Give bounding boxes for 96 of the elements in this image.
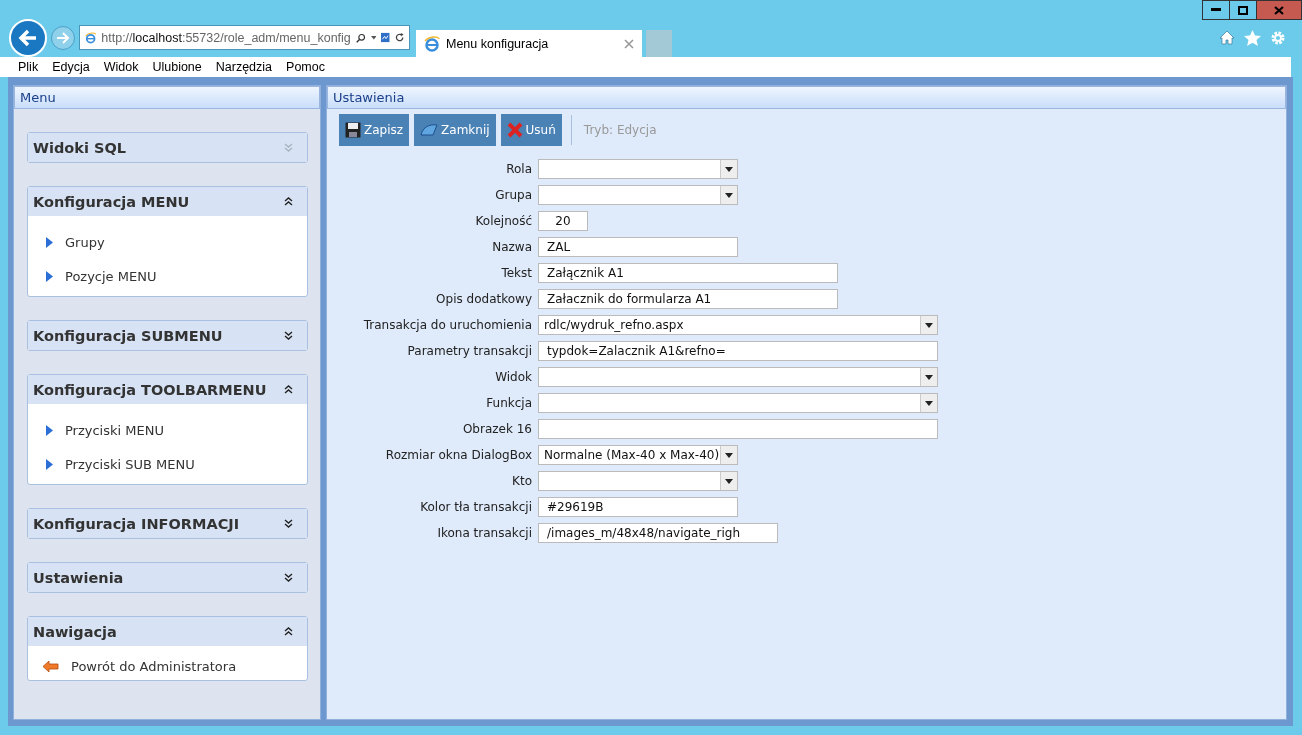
close-icon[interactable]	[624, 38, 634, 49]
section-header[interactable]: Konfiguracja INFORMACJI	[28, 509, 307, 538]
field-label: Obrazek 16	[461, 422, 532, 436]
browser-logo-icon	[85, 29, 97, 46]
input-field[interactable]: typdok=Zalacznik A1&refno=	[538, 341, 938, 361]
browser-logo-icon	[424, 35, 440, 52]
section-title: Konfiguracja MENU	[33, 193, 190, 210]
section-header[interactable]: Konfiguracja TOOLBARMENU	[28, 375, 307, 404]
dropdown-field[interactable]	[538, 367, 938, 387]
tab-title: Menu konfiguracja	[446, 36, 550, 51]
section-title: Nawigacja	[33, 623, 117, 640]
menu-item[interactable]: Plik	[18, 60, 39, 74]
field-label: Widok	[494, 370, 532, 384]
star-icon[interactable]	[1244, 30, 1261, 46]
section-header[interactable]: Widoki SQL	[28, 133, 307, 162]
dropdown-field[interactable]: rdlc/wydruk_refno.aspx	[538, 315, 938, 335]
input-field[interactable]: Załącznik A1	[538, 263, 838, 283]
settings-icon[interactable]	[1270, 30, 1286, 46]
menu-link[interactable]: Przyciski SUB MENU	[65, 456, 195, 472]
left-arrow-icon	[18, 28, 38, 47]
caret-icon	[925, 322, 933, 328]
dropdown-field[interactable]	[538, 159, 738, 179]
menu-item[interactable]: Widok	[103, 60, 139, 74]
field-label: Funkcja	[485, 396, 532, 410]
menu-link[interactable]: Powrót do Administratora	[71, 658, 237, 674]
mode-label: Tryb: Edycja	[583, 123, 657, 137]
section-title: Konfiguracja TOOLBARMENU	[33, 381, 267, 398]
refresh-icon[interactable]	[394, 31, 404, 44]
section-title: Konfiguracja INFORMACJI	[33, 515, 240, 532]
section-title: Widoki SQL	[33, 139, 126, 156]
caret-icon	[925, 400, 933, 406]
maximize-icon	[1238, 5, 1248, 15]
section-header[interactable]: Konfiguracja SUBMENU	[28, 321, 307, 350]
field-label: Rozmiar okna DialogBox	[384, 448, 532, 462]
caret-icon	[925, 374, 933, 380]
field-label: Transakcja do uruchomienia	[362, 318, 532, 332]
field-label: Kolejność	[474, 214, 532, 228]
dropdown-field[interactable]	[538, 185, 738, 205]
field-label: Grupa	[494, 188, 532, 202]
caret-icon	[725, 478, 733, 484]
menu-link[interactable]: Grupy	[65, 234, 105, 250]
delete-button[interactable]: Usuń	[500, 114, 562, 146]
menu-item[interactable]: Pomoc	[286, 60, 325, 74]
caret-icon	[725, 452, 733, 458]
menu-link[interactable]: Przyciski MENU	[65, 422, 164, 438]
triangle-icon	[46, 458, 53, 470]
browser-tab[interactable]: Menu konfiguracja	[416, 30, 642, 57]
close-button[interactable]: Zamknij	[414, 114, 496, 146]
field-label: Kolor tła transakcji	[419, 500, 532, 514]
menu-link[interactable]: Pozycje MENU	[65, 268, 157, 284]
panel-header: Ustawienia	[327, 86, 1286, 109]
field-label: Nazwa	[491, 240, 532, 254]
field-label: Rola	[505, 162, 532, 176]
minimize-icon	[1211, 8, 1221, 12]
dropdown-field[interactable]	[538, 393, 938, 413]
maximize-button[interactable]	[1229, 0, 1257, 20]
panel-header: Menu	[14, 86, 320, 109]
triangle-icon	[46, 236, 53, 248]
field-label: Kto	[511, 474, 532, 488]
input-field[interactable]: ZAL	[538, 237, 738, 257]
input-field[interactable]: Załacznik do formularza A1	[538, 289, 838, 309]
caret-icon[interactable]	[370, 34, 377, 41]
field-label: Ikona transakcji	[436, 526, 532, 540]
section-title: Konfiguracja SUBMENU	[33, 327, 223, 344]
right-arrow-icon	[56, 31, 70, 44]
section-header[interactable]: Ustawienia	[28, 563, 307, 592]
menu-item[interactable]: Edycja	[52, 60, 90, 74]
input-field[interactable]: #29619B	[538, 497, 738, 517]
input-field[interactable]	[538, 419, 938, 439]
forward-button[interactable]	[51, 25, 75, 50]
dropdown-field[interactable]: Normalne (Max-40 x Max-40)	[538, 445, 738, 465]
dropdown-field[interactable]	[538, 471, 738, 491]
url-text: http://localhost:55732/role_adm/menu_konfig	[101, 30, 351, 45]
close-button[interactable]	[1256, 0, 1302, 20]
back-button[interactable]	[9, 18, 47, 57]
save-button[interactable]: Zapisz	[339, 114, 410, 146]
field-label: Opis dodatkowy	[435, 292, 532, 306]
field-label: Parametry transakcji	[406, 344, 532, 358]
caret-icon	[725, 192, 733, 198]
minimize-button[interactable]	[1202, 0, 1230, 20]
menu-item[interactable]: Ulubione	[152, 60, 202, 74]
triangle-icon	[46, 270, 53, 282]
section-title: Ustawienia	[33, 569, 124, 586]
triangle-icon	[46, 424, 53, 436]
close-icon	[1274, 5, 1284, 15]
address-bar[interactable]: http://localhost:55732/role_adm/menu_konfig	[79, 25, 410, 50]
caret-icon	[725, 166, 733, 172]
menu-item[interactable]: Narzędzia	[215, 60, 273, 74]
section-header[interactable]: Nawigacja	[28, 617, 307, 646]
left-arrow-icon	[42, 659, 59, 673]
field-label: Tekst	[500, 266, 532, 280]
input-field[interactable]: 20	[538, 211, 588, 231]
section-header[interactable]: Konfiguracja MENU	[28, 187, 307, 216]
home-icon[interactable]	[1219, 30, 1235, 45]
delete-icon	[506, 122, 523, 138]
input-field[interactable]: /images_m/48x48/navigate_righ	[538, 523, 778, 543]
